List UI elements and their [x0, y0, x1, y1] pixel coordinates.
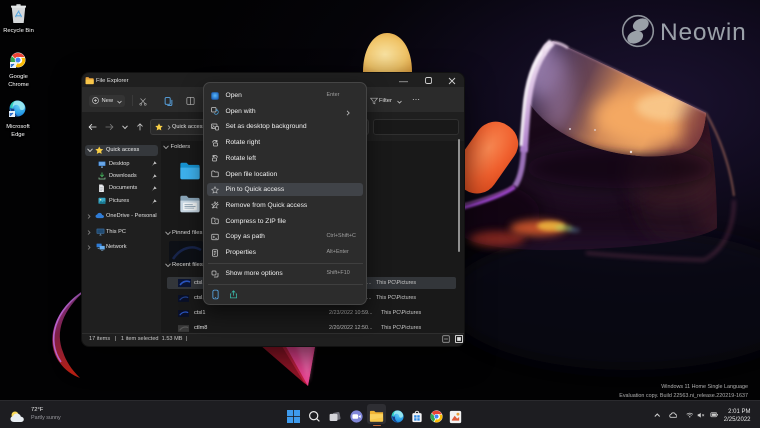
- svg-text:Neowin: Neowin: [660, 19, 747, 46]
